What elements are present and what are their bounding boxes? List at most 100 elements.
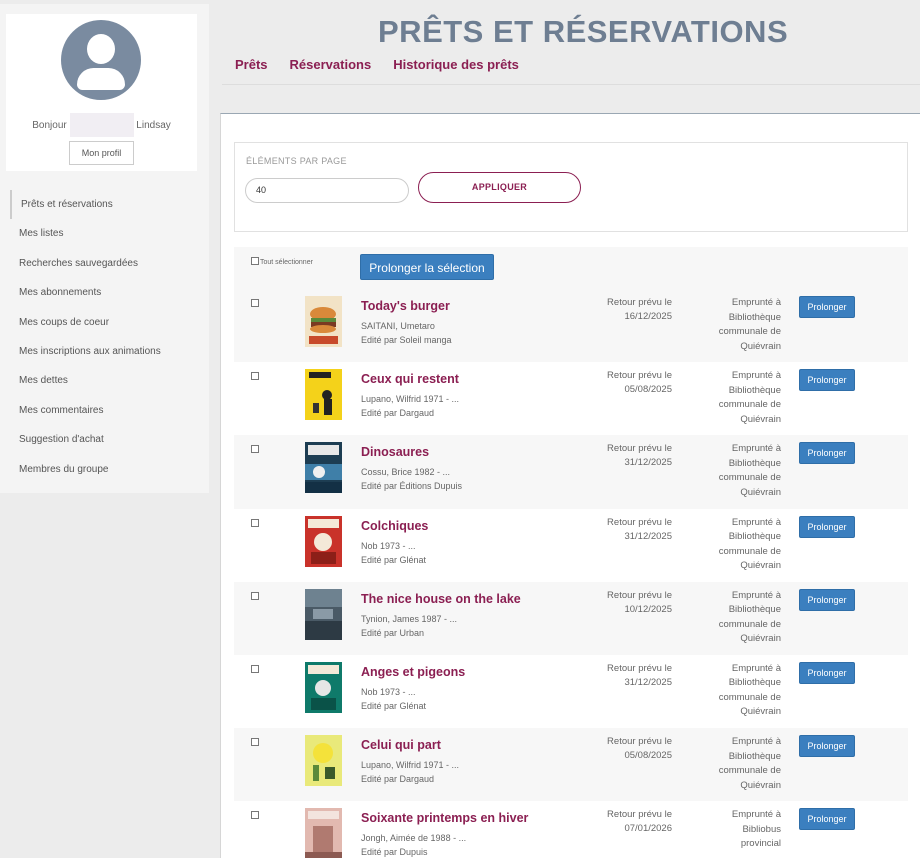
loan-title[interactable]: Ceux qui restent — [361, 372, 459, 386]
settings-box: ÉLÉMENTS PAR PAGE 40 APPLIQUER — [234, 142, 908, 232]
loan-checkbox[interactable] — [251, 299, 259, 307]
loan-row: Today's burger SAITANI, Umetaro Edité par … — [234, 289, 908, 363]
loan-location-line: Quiévrain — [740, 340, 781, 352]
loan-checkbox[interactable] — [251, 664, 259, 673]
loan-author: Jongh, Aimée de 1988 - ... — [361, 833, 467, 844]
loan-publisher: Edité par Dupuis — [361, 847, 428, 858]
sidebar-item[interactable]: Mes coups de coeur — [10, 308, 209, 337]
book-cover-image[interactable] — [305, 661, 342, 713]
loan-title[interactable]: Celui qui part — [361, 738, 441, 752]
loan-location-line: Emprunté à — [731, 370, 781, 382]
loan-row: Celui qui part Lupano, Wilfrid 1971 - ...… — [234, 728, 908, 802]
loan-location: Emprunté à Bibliothèque communale de Quiévr… — [701, 735, 781, 793]
prolong-button[interactable]: Prolonger — [799, 296, 855, 318]
loan-location-line: Quiévrain — [740, 560, 781, 572]
sidebar-item[interactable]: Membres du groupe — [10, 455, 209, 484]
loan-due-date: 31/12/2025 — [624, 676, 672, 688]
loan-due: Retour prévu le 31/12/2025 — [582, 442, 672, 470]
sidebar-item[interactable]: Suggestion d'achat — [10, 425, 209, 454]
greeting: Bonjour Lindsay — [6, 113, 197, 138]
loan-location-line: Emprunté à — [731, 443, 781, 455]
loan-location-line: Quiévrain — [740, 633, 781, 645]
loan-location-line: Bibliothèque — [728, 384, 781, 396]
loan-title[interactable]: Soixante printemps en hiver — [361, 811, 528, 825]
loan-due-label: Retour prévu le — [607, 516, 672, 528]
loan-author: Lupano, Wilfrid 1971 - ... — [361, 394, 460, 405]
loan-location-line: communale de — [718, 618, 781, 630]
select-all-checkbox[interactable] — [251, 257, 259, 265]
sidebar-item[interactable]: Mes listes — [10, 219, 209, 248]
loan-due: Retour prévu le 05/08/2025 — [582, 735, 672, 763]
loan-row: Soixante printemps en hiver Jongh, Aimée … — [234, 801, 908, 858]
user-name: Lindsay — [136, 120, 171, 131]
loan-location-line: Quiévrain — [740, 779, 781, 791]
loan-due-date: 07/01/2026 — [624, 823, 672, 835]
loan-location-line: communale de — [718, 765, 781, 777]
loan-location-line: Quiévrain — [740, 706, 781, 718]
apply-button[interactable]: APPLIQUER — [418, 172, 581, 203]
prolong-button[interactable]: Prolonger — [799, 588, 855, 611]
items-per-page-input[interactable]: 40 — [245, 178, 409, 203]
loan-due: Retour prévu le 31/12/2025 — [582, 662, 672, 690]
loan-location-line: communale de — [718, 691, 781, 703]
loan-due-label: Retour prévu le — [607, 662, 672, 674]
loan-location-line: Emprunté à — [731, 662, 781, 674]
book-cover-image[interactable] — [305, 588, 342, 640]
book-cover-image[interactable] — [305, 442, 342, 494]
loan-row: Anges et pigeons Nob 1973 - ... Edité par … — [234, 655, 908, 728]
select-all-label: Tout sélectionner — [260, 259, 313, 266]
list-header: Tout sélectionner Prolonger la sélection — [234, 247, 908, 289]
sidebar-item[interactable]: Prêts et réservations — [10, 190, 209, 220]
book-cover-image[interactable] — [305, 808, 342, 858]
prolong-button[interactable]: Prolonger — [799, 369, 855, 392]
loan-due-date: 31/12/2025 — [624, 530, 672, 542]
loan-checkbox[interactable] — [251, 372, 259, 381]
sidebar-item[interactable]: Mes inscriptions aux animations — [10, 337, 209, 366]
loans-list: Tout sélectionner Prolonger la sélection… — [234, 247, 908, 858]
loan-due-label: Retour prévu le — [607, 297, 672, 308]
loan-author: Nob 1973 - ... — [361, 540, 416, 551]
loan-checkbox[interactable] — [251, 738, 259, 747]
loan-title[interactable]: Colchiques — [361, 519, 428, 533]
book-cover-image[interactable] — [305, 296, 342, 347]
loan-title[interactable]: Dinosaures — [361, 445, 429, 459]
greeting-prefix: Bonjour — [32, 120, 67, 131]
loan-location-line: Bibliothèque — [728, 677, 781, 689]
prolong-selection-button[interactable]: Prolonger la sélection — [360, 254, 494, 280]
loan-location-line: Bibliobus provincial — [740, 823, 781, 850]
book-cover-image[interactable] — [305, 515, 342, 567]
loan-title[interactable]: Today's burger — [361, 299, 450, 313]
loan-title[interactable]: Anges et pigeons — [361, 665, 465, 679]
loan-title[interactable]: The nice house on the lake — [361, 592, 521, 606]
loan-checkbox[interactable] — [251, 445, 259, 454]
tab-historique[interactable]: Historique des prêts — [393, 57, 519, 72]
prolong-button[interactable]: Prolonger — [799, 735, 855, 758]
items-per-page-label: ÉLÉMENTS PAR PAGE — [246, 156, 347, 166]
loan-due-date: 10/12/2025 — [624, 603, 672, 615]
sidebar-item[interactable]: Mes commentaires — [10, 396, 209, 425]
avatar-icon — [61, 20, 141, 100]
loan-due-date: 31/12/2025 — [624, 457, 672, 469]
prolong-button[interactable]: Prolonger — [799, 515, 855, 538]
sidebar-item[interactable]: Recherches sauvegardées — [10, 249, 209, 278]
loan-checkbox[interactable] — [251, 518, 259, 527]
loan-checkbox[interactable] — [251, 591, 259, 600]
loan-location: Emprunté à Bibliothèque communale de Quiévr… — [701, 442, 781, 500]
loan-author: SAITANI, Umetaro — [361, 321, 435, 331]
loan-location-line: communale de — [718, 399, 781, 411]
tab-reservations[interactable]: Réservations — [290, 57, 372, 72]
loan-checkbox[interactable] — [251, 811, 259, 820]
prolong-button[interactable]: Prolonger — [799, 442, 855, 465]
tab-prets[interactable]: Prêts — [235, 57, 268, 72]
book-cover-image[interactable] — [305, 369, 342, 421]
loan-publisher: Edité par Glénat — [361, 700, 427, 711]
book-cover-image[interactable] — [305, 735, 342, 787]
loan-due-label: Retour prévu le — [607, 809, 672, 821]
sidebar-item[interactable]: Mes dettes — [10, 366, 209, 395]
sidebar-item[interactable]: Mes abonnements — [10, 278, 209, 307]
loan-publisher: Edité par Urban — [361, 627, 425, 638]
prolong-button[interactable]: Prolonger — [799, 661, 855, 684]
prolong-button[interactable]: Prolonger — [799, 808, 855, 831]
profile-button[interactable]: Mon profil — [69, 141, 134, 165]
loan-due-date: 05/08/2025 — [624, 384, 672, 396]
